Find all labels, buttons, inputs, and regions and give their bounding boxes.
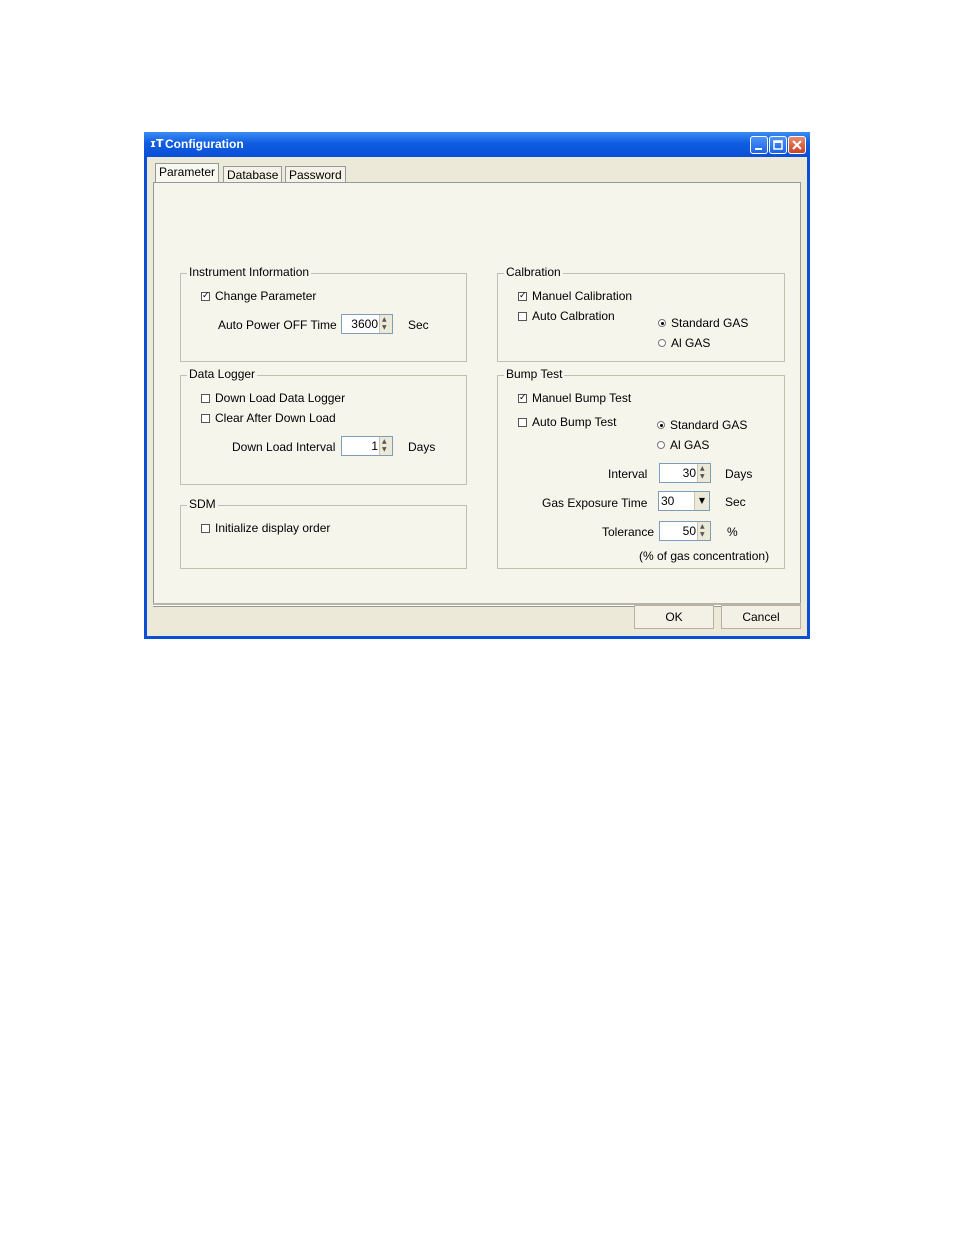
dialog-client: Parameter Database Password Instrument I… [147,157,807,636]
gas-detector-icon: ɪT [150,137,164,150]
auto-bump-test-label: Auto Bump Test [532,415,617,429]
download-data-logger-checkbox[interactable] [201,394,210,403]
tolerance-label: Tolerance [602,525,655,539]
calibration-legend: Calbration [504,265,563,279]
bump-standard-gas-label: Standard GAS [670,418,748,432]
auto-calibration-checkbox[interactable] [518,312,527,321]
tolerance-value: 50 [682,524,696,538]
cancel-button[interactable]: Cancel [721,605,801,629]
instrument-information-group: Instrument Information ✓ Change Paramete… [180,265,467,362]
manual-calibration-label: Manuel Calibration [532,289,633,303]
bump-all-gas-label: Al GAS [670,438,710,452]
bump-standard-gas-radio[interactable] [657,421,665,429]
auto-calibration-label: Auto Calbration [532,309,615,323]
calibration-standard-gas-radio[interactable] [658,319,666,327]
change-parameter-label: Change Parameter [215,289,317,303]
maximize-icon [773,140,783,150]
tolerance-note: (% of gas concentration) [639,549,770,563]
parameter-panel: Instrument Information ✓ Change Paramete… [153,182,801,607]
maximize-button[interactable] [769,136,787,154]
auto-bump-test-checkbox[interactable] [518,418,527,427]
auto-power-label: Auto Power OFF Time [218,318,337,332]
gas-exposure-time-label: Gas Exposure Time [542,496,648,510]
bump-interval-label: Interval [608,467,648,481]
bump-interval-value: 30 [682,466,696,480]
download-data-logger-label: Down Load Data Logger [215,391,346,405]
change-parameter-checkbox[interactable]: ✓ [201,292,210,301]
spin-down-icon[interactable]: ▼ [382,325,387,331]
gas-exposure-time-select[interactable]: 30 ▼ [658,491,710,511]
spinner-arrows[interactable]: ▲ ▼ [379,315,392,333]
ok-button[interactable]: OK [634,605,714,629]
download-interval-spinner[interactable]: 1 ▲ ▼ [341,436,393,456]
close-button[interactable] [788,136,806,154]
calibration-group: Calbration ✓ Manuel Calibration Auto Cal… [497,265,785,362]
manual-bump-test-label: Manuel Bump Test [532,391,632,405]
clear-after-download-label: Clear After Down Load [215,411,336,425]
minimize-button[interactable] [750,136,768,154]
auto-power-value: 3600 [351,317,378,331]
gas-exposure-time-value: 30 [661,494,675,508]
close-icon [792,140,802,150]
download-interval-label: Down Load Interval [232,440,336,454]
bump-test-group: Bump Test ✓ Manuel Bump Test Auto Bump T… [497,367,785,569]
initialize-display-order-label: Initialize display order [215,521,331,535]
spin-down-icon[interactable]: ▼ [700,474,705,480]
configuration-window: ɪT Configuration Parameter Database Pass… [144,132,810,639]
calibration-all-gas-radio[interactable] [658,339,666,347]
tolerance-unit: % [727,525,738,539]
title-bar[interactable]: ɪT Configuration [144,132,810,157]
calibration-all-gas-label: Al GAS [671,336,711,350]
spin-up-icon[interactable]: ▲ [382,317,387,323]
dropdown-arrow-icon[interactable]: ▼ [694,492,709,510]
data-logger-group: Data Logger Down Load Data Logger Clear … [180,367,467,485]
manual-calibration-checkbox[interactable]: ✓ [518,292,527,301]
minimize-icon [755,148,762,150]
bump-test-legend: Bump Test [504,367,565,381]
auto-power-spinner[interactable]: 3600 ▲ ▼ [341,314,393,334]
data-logger-legend: Data Logger [187,367,258,381]
calibration-standard-gas-label: Standard GAS [671,316,749,330]
download-interval-value: 1 [371,439,378,453]
initialize-display-order-checkbox[interactable] [201,524,210,533]
spinner-arrows[interactable]: ▲ ▼ [697,522,710,540]
tolerance-spinner[interactable]: 50 ▲ ▼ [659,521,711,541]
bump-interval-unit: Days [725,467,753,481]
spin-down-icon[interactable]: ▼ [382,447,387,453]
instrument-information-legend: Instrument Information [187,265,312,279]
gas-exposure-time-unit: Sec [725,495,746,509]
spin-up-icon[interactable]: ▲ [700,524,705,530]
sdm-legend: SDM [187,497,218,511]
spinner-arrows[interactable]: ▲ ▼ [379,437,392,455]
auto-power-unit: Sec [408,318,429,332]
spin-up-icon[interactable]: ▲ [382,439,387,445]
window-title: Configuration [165,137,244,151]
tab-parameter[interactable]: Parameter [155,163,220,184]
spin-down-icon[interactable]: ▼ [700,532,705,538]
manual-bump-test-checkbox[interactable]: ✓ [518,394,527,403]
sdm-group: SDM Initialize display order [180,497,467,569]
download-interval-unit: Days [408,440,436,454]
spin-up-icon[interactable]: ▲ [700,466,705,472]
spinner-arrows[interactable]: ▲ ▼ [697,464,710,482]
bump-interval-spinner[interactable]: 30 ▲ ▼ [659,463,711,483]
bump-all-gas-radio[interactable] [657,441,665,449]
clear-after-download-checkbox[interactable] [201,414,210,423]
